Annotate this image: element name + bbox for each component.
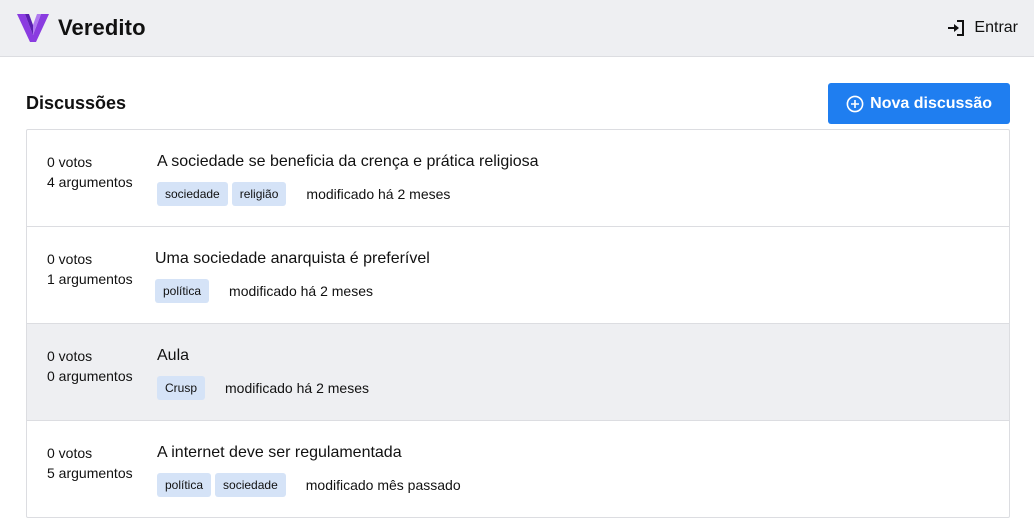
tag[interactable]: política bbox=[155, 279, 210, 303]
arguments-count: 1 argumentos bbox=[47, 271, 133, 287]
discussion-title[interactable]: Aula bbox=[157, 346, 369, 366]
discussion-row[interactable]: 0 votos 4 argumentos A sociedade se bene… bbox=[27, 130, 1009, 227]
discussion-row[interactable]: 0 votos 5 argumentos A internet deve ser… bbox=[27, 421, 1009, 517]
discussion-title[interactable]: Uma sociedade anarquista é preferível bbox=[155, 249, 430, 269]
sign-in-icon bbox=[948, 20, 965, 36]
new-discussion-label: Nova discussão bbox=[870, 94, 992, 112]
brand-name: Veredito bbox=[58, 15, 146, 40]
discussion-meta: política modificado há 2 meses bbox=[155, 279, 430, 303]
arguments-count: 5 argumentos bbox=[47, 465, 133, 481]
discussion-meta: Crusp modificado há 2 meses bbox=[157, 376, 369, 400]
discussion-stats: 0 votos 1 argumentos bbox=[27, 249, 155, 289]
votes-count: 0 votos bbox=[47, 445, 93, 461]
arguments-count: 4 argumentos bbox=[47, 174, 133, 190]
login-button[interactable]: Entrar bbox=[946, 18, 1018, 38]
modified-time: modificado há 2 meses bbox=[306, 186, 451, 202]
discussion-meta: sociedade religião modificado há 2 meses bbox=[157, 182, 539, 206]
brand[interactable]: Veredito bbox=[16, 11, 146, 45]
discussion-row[interactable]: 0 votos 0 argumentos Aula Crusp modifica… bbox=[27, 324, 1009, 421]
tag[interactable]: sociedade bbox=[157, 182, 228, 206]
discussion-meta: política sociedade modificado mês passad… bbox=[157, 473, 461, 497]
tag[interactable]: religião bbox=[231, 182, 287, 206]
discussion-stats: 0 votos 0 argumentos bbox=[27, 346, 157, 386]
votes-count: 0 votos bbox=[47, 251, 93, 267]
discussion-content: A internet deve ser regulamentada políti… bbox=[157, 443, 461, 497]
modified-time: modificado há 2 meses bbox=[225, 380, 369, 396]
new-discussion-button[interactable]: Nova discussão bbox=[828, 83, 1010, 124]
page-title: Discussões bbox=[26, 93, 127, 113]
discussion-list: 0 votos 4 argumentos A sociedade se bene… bbox=[26, 129, 1010, 518]
modified-time: modificado há 2 meses bbox=[229, 283, 373, 299]
veredito-logo-icon bbox=[17, 14, 49, 42]
votes-count: 0 votos bbox=[47, 154, 93, 170]
tag[interactable]: sociedade bbox=[215, 473, 286, 497]
discussion-row[interactable]: 0 votos 1 argumentos Uma sociedade anarq… bbox=[27, 227, 1009, 324]
plus-circle-icon bbox=[846, 95, 864, 112]
discussion-content: Uma sociedade anarquista é preferível po… bbox=[155, 249, 430, 303]
votes-count: 0 votos bbox=[47, 348, 93, 364]
discussion-stats: 0 votos 4 argumentos bbox=[27, 152, 157, 192]
login-label: Entrar bbox=[974, 19, 1018, 36]
discussions-header: Discussões Nova discussão bbox=[26, 83, 1010, 124]
modified-time: modificado mês passado bbox=[305, 477, 461, 493]
discussion-content: Aula Crusp modificado há 2 meses bbox=[157, 346, 369, 400]
discussion-stats: 0 votos 5 argumentos bbox=[27, 443, 157, 483]
top-bar: Veredito Entrar bbox=[0, 0, 1034, 57]
discussion-title[interactable]: A internet deve ser regulamentada bbox=[157, 443, 461, 463]
discussion-title[interactable]: A sociedade se beneficia da crença e prá… bbox=[157, 152, 539, 172]
discussion-content: A sociedade se beneficia da crença e prá… bbox=[157, 152, 539, 206]
tag[interactable]: política bbox=[157, 473, 212, 497]
tag[interactable]: Crusp bbox=[157, 376, 206, 400]
arguments-count: 0 argumentos bbox=[47, 368, 133, 384]
